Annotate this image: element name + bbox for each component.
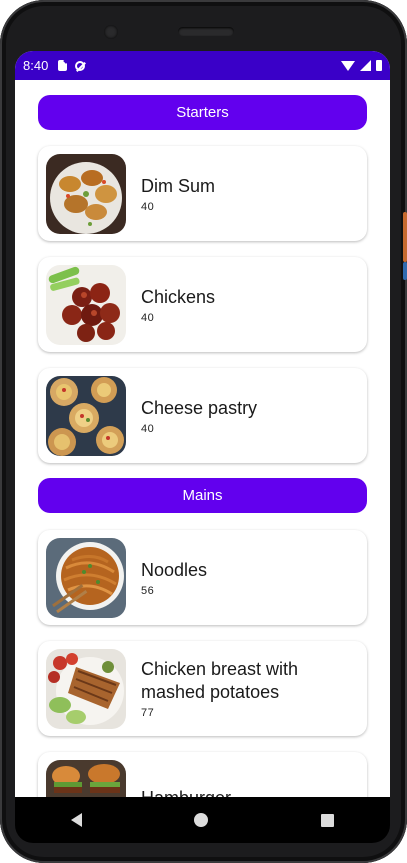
sd-card-icon: [58, 60, 68, 71]
wifi-icon: [341, 60, 355, 71]
status-time: 8:40: [23, 58, 49, 73]
side-button-lower: [403, 262, 407, 280]
recents-icon[interactable]: [320, 813, 334, 827]
menu-item-value: 40: [141, 311, 155, 324]
side-button: [403, 212, 407, 262]
section-button-starters[interactable]: Starters: [38, 95, 367, 130]
back-icon[interactable]: [71, 813, 83, 827]
earpiece-speaker: [178, 27, 234, 36]
menu-item-value: 56: [141, 584, 155, 597]
battery-icon: [376, 60, 382, 71]
hamburger-image: [46, 760, 126, 797]
chicken-breast-image: [46, 649, 126, 729]
menu-item-title: Cheese pastry: [141, 397, 258, 418]
menu-item-card-hamburger[interactable]: Hamburger: [38, 752, 367, 797]
signal-icon: [360, 60, 371, 71]
app-screen: 8:40 Starters Dim Sum 40 Chickens 40 Che…: [15, 51, 390, 797]
menu-item-value: 77: [141, 707, 155, 719]
menu-item-title: Noodles: [141, 559, 208, 580]
noodles-image: [46, 538, 126, 618]
section-button-mains[interactable]: Mains: [38, 478, 367, 513]
menu-item-title: Chicken breast with mashed potatoes: [141, 659, 299, 702]
menu-item-card-chicken-breast[interactable]: Chicken breast with mashed potatoes 77: [38, 641, 367, 736]
menu-item-value: 40: [141, 422, 155, 435]
menu-item-title: Hamburger: [141, 787, 357, 798]
chickens-image: [46, 265, 126, 345]
menu-item-card-chickens[interactable]: Chickens 40: [38, 257, 367, 352]
menu-item-card-noodles[interactable]: Noodles 56: [38, 530, 367, 625]
menu-list[interactable]: Starters Dim Sum 40 Chickens 40 Cheese p…: [15, 80, 390, 797]
menu-item-card-cheese-pastry[interactable]: Cheese pastry 40: [38, 368, 367, 463]
cheese-pastry-image: [46, 376, 126, 456]
home-icon[interactable]: [194, 813, 209, 827]
menu-item-title: Dim Sum: [141, 175, 216, 196]
do-not-disturb-icon: [75, 60, 86, 71]
menu-item-value: 40: [141, 200, 155, 213]
status-bar: 8:40: [15, 51, 390, 80]
front-camera: [104, 25, 118, 39]
system-nav-bar: [15, 797, 390, 843]
menu-item-title: Chickens: [141, 286, 216, 307]
menu-item-card-dim-sum[interactable]: Dim Sum 40: [38, 146, 367, 241]
dim-sum-image: [46, 154, 126, 234]
